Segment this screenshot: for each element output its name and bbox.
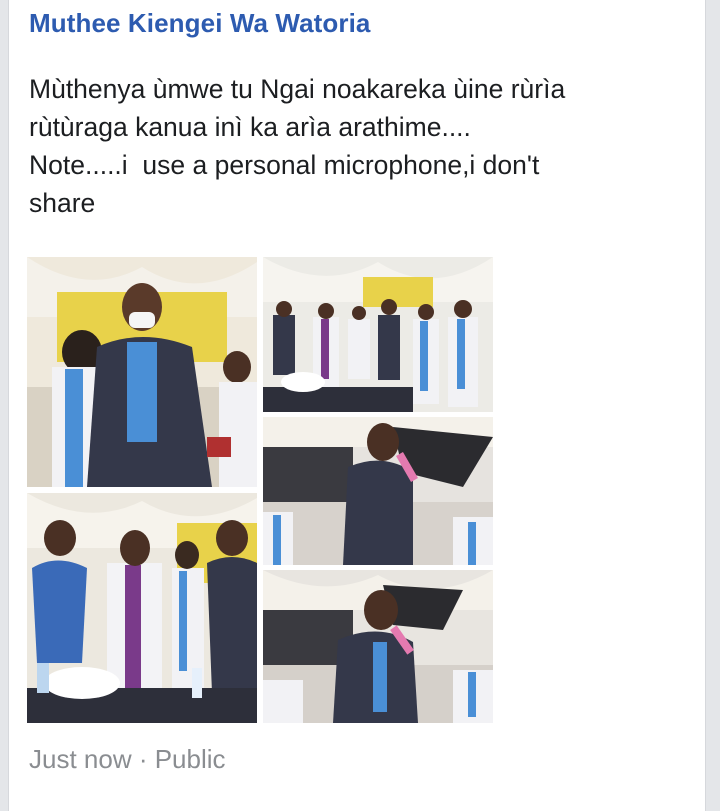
photo-image — [263, 570, 493, 723]
photo-clergy-group-1[interactable] — [27, 257, 257, 487]
photo-clergy-group-2[interactable] — [27, 493, 257, 723]
photo-speaker-microphone-1[interactable] — [263, 417, 493, 565]
message-line: rùtùraga kanua inì ka arìa arathime.... — [29, 112, 471, 142]
photo-clergy-line-up[interactable] — [263, 257, 493, 412]
post-meta: Just now · Public — [29, 744, 226, 775]
photo-speaker-microphone-2[interactable] — [263, 570, 493, 723]
photo-grid — [27, 257, 493, 723]
message-line: Note.....i use a personal microphone,i d… — [29, 150, 540, 180]
photo-image — [263, 257, 493, 412]
scrollbar[interactable] — [710, 0, 720, 811]
meta-separator: · — [131, 744, 155, 774]
photo-image — [27, 257, 257, 487]
post-timestamp[interactable]: Just now — [29, 744, 132, 774]
photo-image — [263, 417, 493, 565]
message-line: Mùthenya ùmwe tu Ngai noakareka ùine rùr… — [29, 74, 566, 104]
post-visibility: Public — [154, 744, 226, 774]
post-author-link[interactable]: Muthee Kiengei Wa Watoria — [29, 8, 371, 39]
post-message: Mùthenya ùmwe tu Ngai noakareka ùine rùr… — [29, 70, 689, 222]
post-card: Muthee Kiengei Wa Watoria Mùthenya ùmwe … — [8, 0, 706, 811]
photo-image — [27, 493, 257, 723]
screen-background: Muthee Kiengei Wa Watoria Mùthenya ùmwe … — [0, 0, 720, 811]
message-line: share — [29, 188, 96, 218]
